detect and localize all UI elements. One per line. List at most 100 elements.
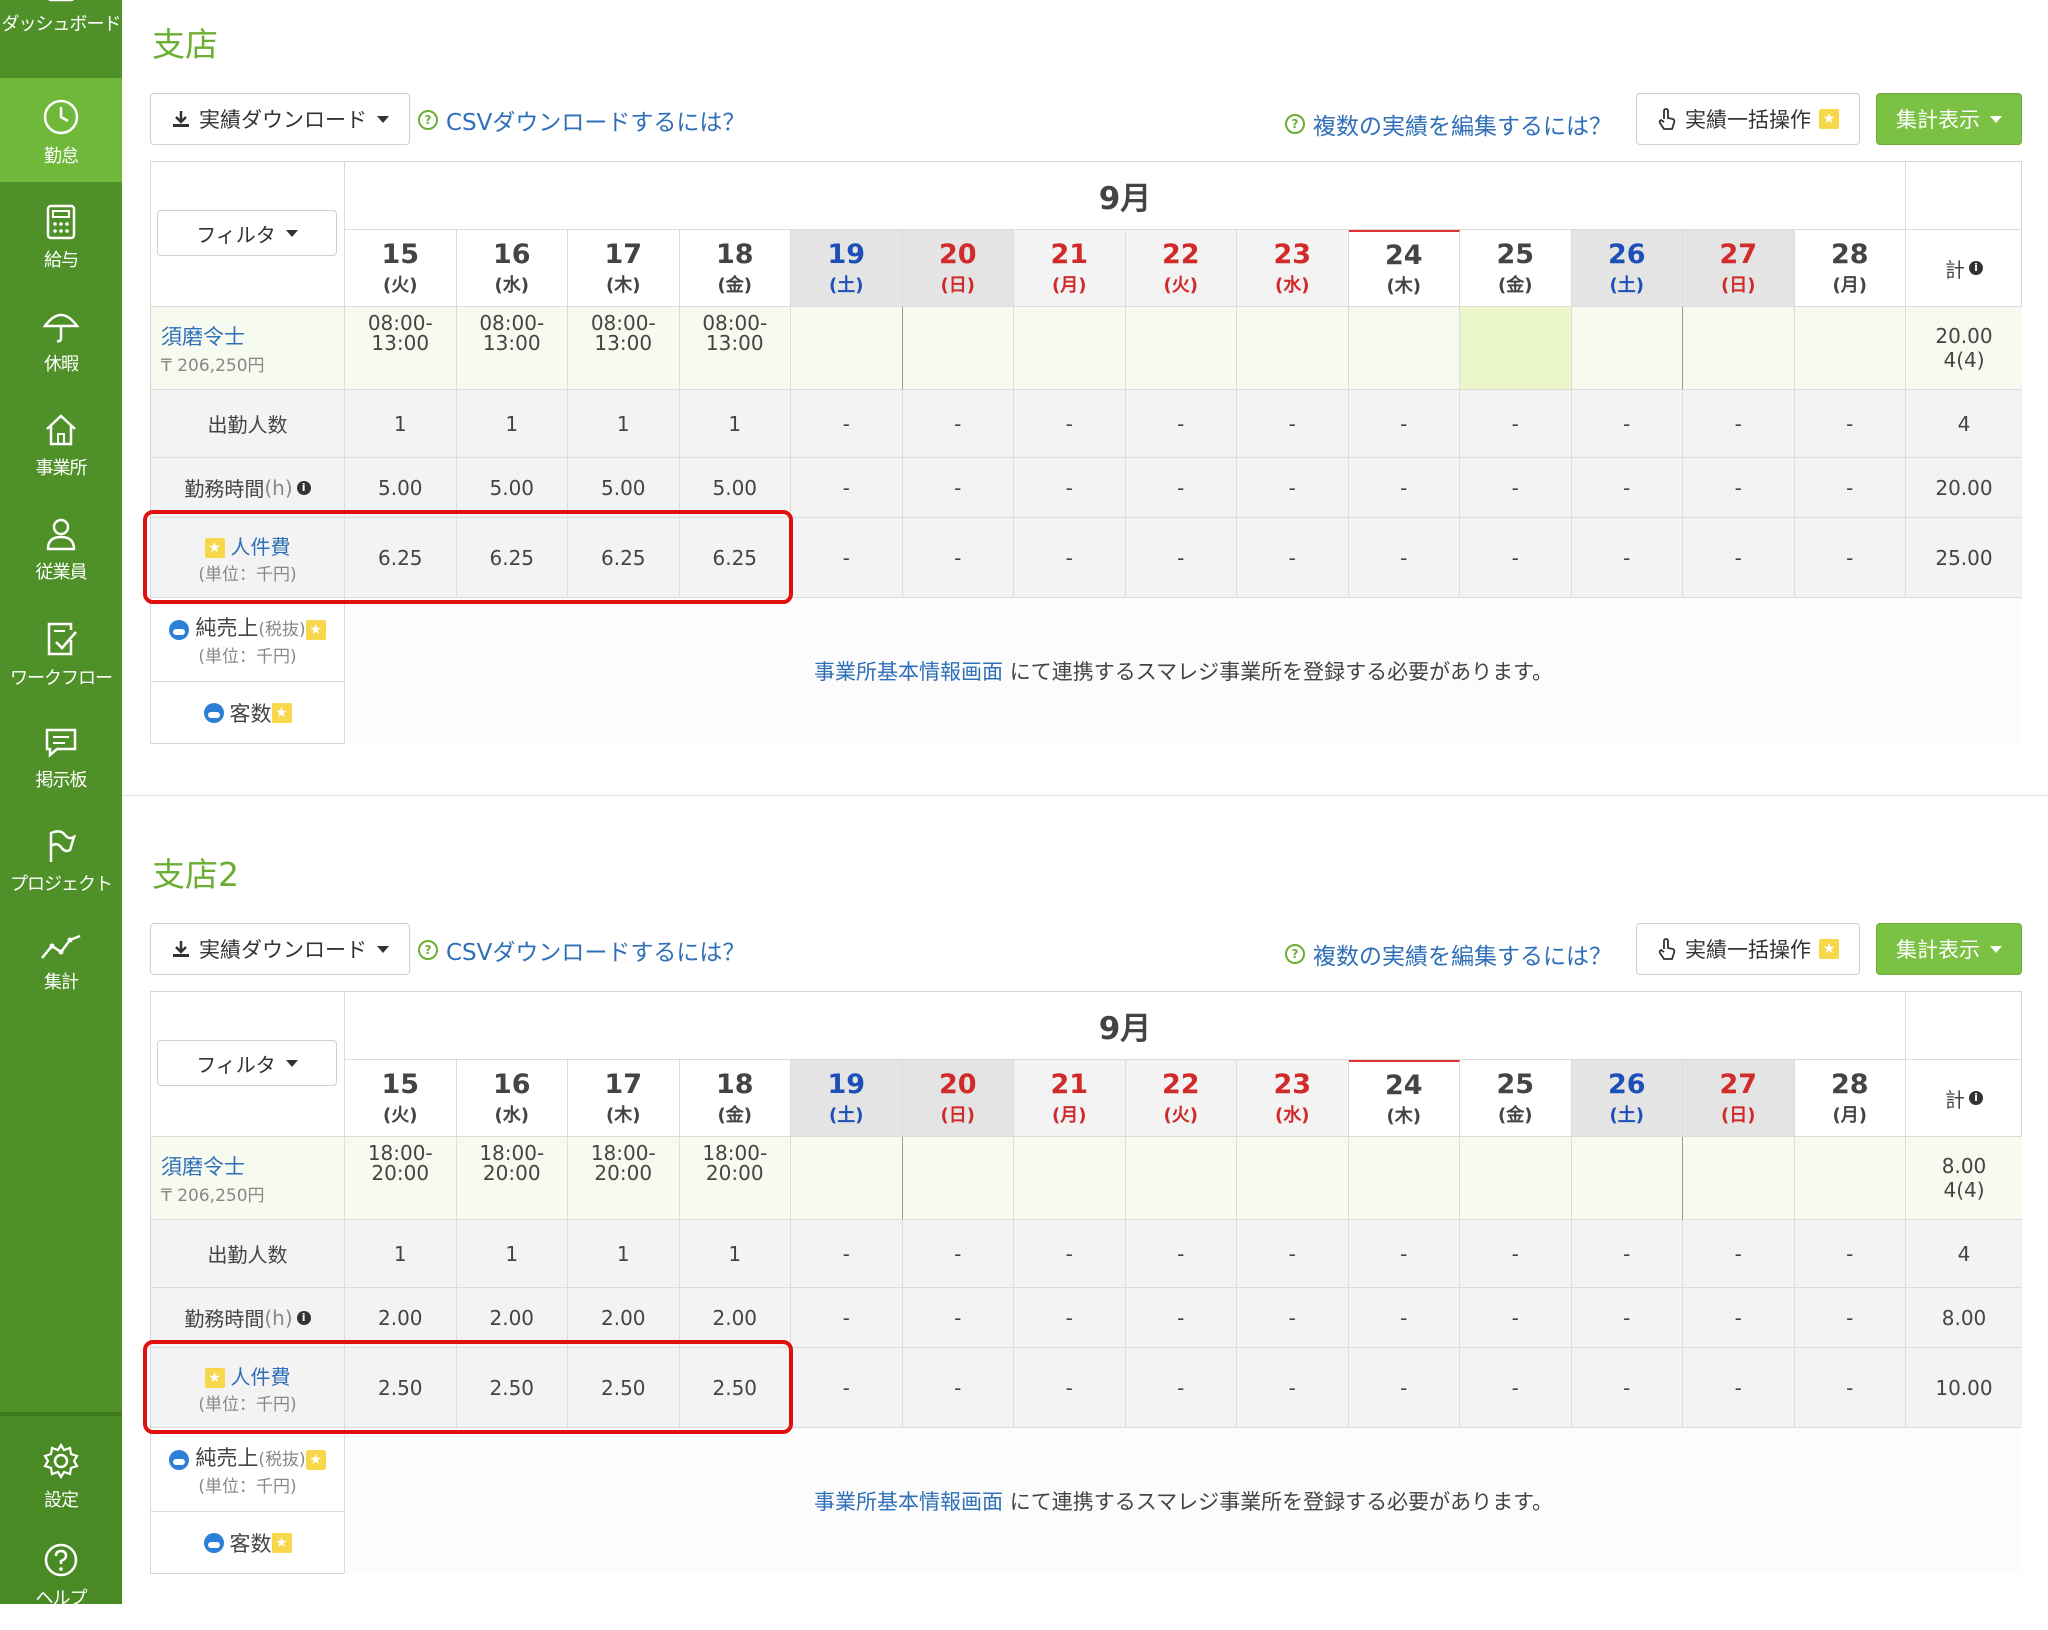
shift-cell[interactable]	[1460, 1137, 1572, 1220]
cloud-icon	[203, 1533, 224, 1553]
filter-cell: フィルタ	[151, 992, 345, 1137]
info-icon[interactable]: i	[296, 1310, 311, 1325]
day-number: 15	[381, 1069, 420, 1100]
shift-cell[interactable]	[1348, 307, 1460, 390]
nav-settings[interactable]: 設定	[0, 1442, 122, 1546]
shift-cell[interactable]	[1683, 307, 1795, 390]
download-button[interactable]: 実績ダウンロード	[150, 93, 410, 145]
shift-table: フィルタ 9月 15 (火) 16 (水) 17 (木) 18 (金) 19 (土) 20 (日) 21 (月…	[150, 161, 2022, 744]
row-label: 出勤人数	[207, 1243, 288, 1267]
bulk-operation-button[interactable]: 実績一括操作 ★	[1636, 93, 1860, 145]
shift-cell[interactable]	[1571, 307, 1683, 390]
row-label: 勤務時間	[184, 477, 265, 501]
row-label: 純売上	[195, 616, 259, 640]
shift-cell[interactable]	[1794, 1137, 1906, 1220]
nav-workflow[interactable]: ワークフロー	[0, 598, 122, 702]
labor-cost-cell: -	[1014, 1348, 1126, 1428]
nav-employees[interactable]: 従業員	[0, 494, 122, 598]
info-icon[interactable]: i	[296, 480, 311, 495]
hours-value: -	[1065, 475, 1073, 500]
office-info-link[interactable]: 事業所基本情報画面	[814, 656, 1003, 686]
nav-label: 集計	[44, 972, 79, 993]
question-icon: ?	[418, 940, 438, 960]
edit-help-link[interactable]: ? 複数の実績を編集するには？	[1285, 107, 1612, 141]
star-icon: ★	[271, 703, 292, 723]
shift-cell[interactable]	[1794, 307, 1906, 390]
filter-label: フィルタ	[196, 1052, 276, 1077]
sidebar: ダッシュボード 勤怠 給与 休暇 事業所 従業員 ワークフロー 掲示板 プロジェ…	[0, 0, 122, 1604]
nav-leave[interactable]: 休暇	[0, 286, 122, 390]
customers-label-cell: 客数 ★	[151, 1512, 345, 1574]
shift-cell[interactable]	[1683, 1137, 1795, 1220]
attendance-total: 4	[1906, 390, 2022, 458]
shift-cell[interactable]: 08:00- 13:00	[568, 307, 680, 390]
labor-cost-total: 10.00	[1906, 1348, 2022, 1428]
summary-view-button[interactable]: 集計表示	[1876, 923, 2022, 975]
row-label: 勤務時間	[184, 1307, 265, 1331]
employee-name[interactable]: 須磨令士	[161, 321, 245, 351]
employee-pay: ₸ 206,250円	[161, 1185, 265, 1206]
shift-cell[interactable]: 18:00- 20:00	[456, 1137, 568, 1220]
nav-aggregate[interactable]: 集計	[0, 910, 122, 1014]
attendance-value: -	[1065, 411, 1073, 436]
shift-cell[interactable]	[1125, 307, 1237, 390]
day-header: 26 (土)	[1571, 1060, 1683, 1137]
shift-cell[interactable]	[902, 307, 1014, 390]
download-button[interactable]: 実績ダウンロード	[150, 923, 410, 975]
shift-cell[interactable]: 08:00- 13:00	[345, 307, 457, 390]
shift-cell[interactable]	[1571, 1137, 1683, 1220]
nav-project[interactable]: プロジェクト	[0, 806, 122, 910]
shift-cell[interactable]	[1014, 307, 1126, 390]
day-header: 22 (火)	[1125, 230, 1237, 307]
info-icon[interactable]: i	[1969, 1091, 1983, 1105]
attendance-value: -	[1846, 411, 1854, 436]
shift-cell[interactable]	[1237, 307, 1349, 390]
filter-button[interactable]: フィルタ	[157, 1040, 337, 1086]
labor-cost-cell: -	[1348, 518, 1460, 598]
info-icon[interactable]: i	[1969, 261, 1983, 275]
office-info-link[interactable]: 事業所基本情報画面	[814, 1486, 1003, 1516]
nav-bulletin[interactable]: 掲示板	[0, 702, 122, 806]
attendance-cell: -	[1125, 390, 1237, 458]
shift-cell[interactable]	[1237, 1137, 1349, 1220]
nav-office[interactable]: 事業所	[0, 390, 122, 494]
edit-help-link[interactable]: ? 複数の実績を編集するには？	[1285, 937, 1612, 971]
filter-button[interactable]: フィルタ	[157, 210, 337, 256]
shift-cell[interactable]: 08:00- 13:00	[456, 307, 568, 390]
integration-note: 事業所基本情報画面 にて連携するスマレジ事業所を登録する必要があります。	[345, 598, 2022, 744]
shift-end: 13:00	[482, 331, 541, 355]
hours-total: 8.00	[1906, 1288, 2022, 1348]
nav-help[interactable]: ヘルプ	[0, 1542, 122, 1604]
attendance-label-cell: 出勤人数	[151, 390, 345, 458]
shift-cell[interactable]	[902, 1137, 1014, 1220]
shift-cell[interactable]	[1125, 1137, 1237, 1220]
shift-cell[interactable]	[1348, 1137, 1460, 1220]
shift-cell[interactable]: 18:00- 20:00	[568, 1137, 680, 1220]
shift-cell[interactable]: 18:00- 20:00	[345, 1137, 457, 1220]
nav-dashboard[interactable]: ダッシュボード	[0, 0, 122, 74]
labor-cost-value: -	[842, 1375, 850, 1400]
integration-note: 事業所基本情報画面 にて連携するスマレジ事業所を登録する必要があります。	[345, 1428, 2022, 1574]
employee-name[interactable]: 須磨令士	[161, 1151, 245, 1181]
hours-value: -	[1177, 1305, 1185, 1330]
shift-cell[interactable]: 08:00- 13:00	[679, 307, 791, 390]
csv-help-link[interactable]: ? CSVダウンロードするには？	[418, 933, 745, 967]
hours-cell: -	[1014, 1288, 1126, 1348]
attendance-cell: -	[1460, 1220, 1572, 1288]
day-of-week: (火)	[383, 275, 418, 296]
shift-cell[interactable]	[1460, 307, 1572, 390]
bulk-operation-button[interactable]: 実績一括操作 ★	[1636, 923, 1860, 975]
download-icon	[173, 111, 189, 127]
day-header: 18 (金)	[679, 230, 791, 307]
edit-help-label: 複数の実績を編集するには？	[1313, 944, 1612, 970]
shift-cell[interactable]: 18:00- 20:00	[679, 1137, 791, 1220]
nav-attendance[interactable]: 勤怠	[0, 78, 122, 182]
shift-cell[interactable]	[791, 1137, 903, 1220]
day-number: 19	[827, 1069, 866, 1100]
shift-cell[interactable]	[791, 307, 903, 390]
shift-cell[interactable]	[1014, 1137, 1126, 1220]
csv-help-link[interactable]: ? CSVダウンロードするには？	[418, 103, 745, 137]
summary-view-button[interactable]: 集計表示	[1876, 93, 2022, 145]
caret-down-icon	[285, 229, 298, 237]
nav-payroll[interactable]: 給与	[0, 182, 122, 286]
